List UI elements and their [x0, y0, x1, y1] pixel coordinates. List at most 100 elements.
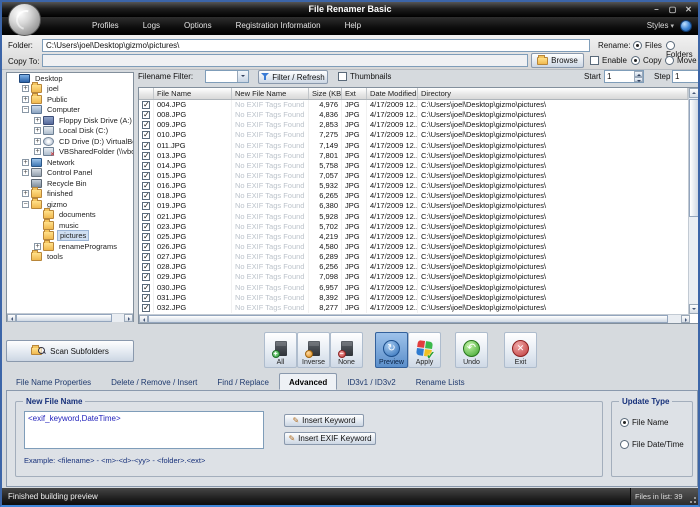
exit-button[interactable]: ✕ Exit	[504, 332, 537, 368]
tree-item[interactable]: + joel	[7, 84, 133, 95]
rename-files-radio[interactable]: Files	[633, 41, 662, 50]
table-row[interactable]: 021.JPG No EXIF Tags Found 5,928 JPG 4/1…	[139, 212, 699, 222]
undo-button[interactable]: ↶ Undo	[455, 332, 488, 368]
table-row[interactable]: 032.JPG No EXIF Tags Found 8,277 JPG 4/1…	[139, 303, 699, 313]
tree-item[interactable]: + finished	[7, 189, 133, 200]
tab-id3[interactable]: ID3v1 / ID3v2	[337, 373, 405, 390]
insert-keyword-button[interactable]: ✎ Insert Keyword	[284, 414, 364, 427]
enable-checkbox[interactable]: Enable	[590, 56, 627, 65]
update-file-name-radio[interactable]: File Name	[620, 418, 668, 427]
table-row[interactable]: 025.JPG No EXIF Tags Found 4,219 JPG 4/1…	[139, 232, 699, 242]
help-globe-icon[interactable]	[680, 20, 692, 32]
tree-item[interactable]: + Public	[7, 94, 133, 105]
tree-item[interactable]: + CD Drive (D:) VirtualBox Guest	[7, 136, 133, 147]
tree-expand-toggle[interactable]: −	[22, 106, 29, 113]
tree-item[interactable]: Recycle Bin	[7, 178, 133, 189]
table-horizontal-scrollbar[interactable]	[139, 314, 690, 323]
select-all-button[interactable]: + All	[264, 332, 297, 368]
spin-down-icon[interactable]	[634, 77, 643, 83]
table-row[interactable]: 009.JPG No EXIF Tags Found 2,853 JPG 4/1…	[139, 120, 699, 130]
row-checkbox[interactable]	[142, 284, 150, 292]
tab-advanced[interactable]: Advanced	[279, 373, 337, 390]
folder-path-input[interactable]	[42, 39, 590, 52]
row-checkbox[interactable]	[142, 111, 150, 119]
tab-delete-remove-insert[interactable]: Delete / Remove / Insert	[101, 373, 207, 390]
select-none-button[interactable]: − None	[330, 332, 363, 368]
tree-expand-toggle[interactable]: +	[34, 127, 41, 134]
tree-item[interactable]: Desktop	[7, 73, 133, 84]
row-checkbox[interactable]	[142, 243, 150, 251]
tree-item[interactable]: + Local Disk (C:)	[7, 126, 133, 137]
tree-item[interactable]: + Floppy Disk Drive (A:)	[7, 115, 133, 126]
table-row[interactable]: 028.JPG No EXIF Tags Found 6,256 JPG 4/1…	[139, 262, 699, 272]
scroll-right-icon[interactable]	[681, 315, 690, 323]
insert-exif-keyword-button[interactable]: ✎ Insert EXIF Keyword	[284, 432, 376, 445]
tree-item[interactable]: + VBSharedFolder (\\vboxsvr) (Z	[7, 147, 133, 158]
row-checkbox[interactable]	[142, 101, 150, 109]
tree-item[interactable]: + Network	[7, 157, 133, 168]
row-checkbox[interactable]	[142, 192, 150, 200]
menu-registration[interactable]: Registration Information	[224, 17, 333, 35]
table-row[interactable]: 015.JPG No EXIF Tags Found 7,057 JPG 4/1…	[139, 171, 699, 181]
row-checkbox[interactable]	[142, 142, 150, 150]
header-directory[interactable]: Directory	[418, 88, 688, 99]
scrollbar-thumb[interactable]	[148, 315, 668, 323]
preview-button[interactable]: ↻ Preview	[375, 332, 408, 368]
header-size[interactable]: Size (KB)	[309, 88, 342, 99]
scroll-left-icon[interactable]	[139, 315, 148, 323]
tree-expand-toggle[interactable]: +	[34, 117, 41, 124]
tree-item[interactable]: + renamePrograms	[7, 241, 133, 252]
row-checkbox[interactable]	[142, 131, 150, 139]
table-row[interactable]: 008.JPG No EXIF Tags Found 4,836 JPG 4/1…	[139, 110, 699, 120]
thumbnails-checkbox[interactable]: Thumbnails	[338, 72, 391, 81]
header-checkbox-col[interactable]	[139, 88, 154, 99]
scroll-up-icon[interactable]	[689, 88, 699, 98]
row-checkbox[interactable]	[142, 121, 150, 129]
row-checkbox[interactable]	[142, 294, 150, 302]
header-ext[interactable]: Ext	[342, 88, 367, 99]
scan-subfolders-button[interactable]: Scan Subfolders	[6, 340, 134, 362]
row-checkbox[interactable]	[142, 152, 150, 160]
select-inverse-button[interactable]: Inverse	[297, 332, 330, 368]
tree-expand-toggle[interactable]: +	[34, 243, 41, 250]
tree-expand-toggle[interactable]: −	[22, 201, 29, 208]
tab-find-replace[interactable]: Find / Replace	[207, 373, 279, 390]
row-checkbox[interactable]	[142, 172, 150, 180]
menu-options[interactable]: Options	[172, 17, 224, 35]
tree-expand-toggle[interactable]: +	[34, 138, 41, 145]
header-date-modified[interactable]: Date Modified	[367, 88, 418, 99]
menu-profiles[interactable]: Profiles	[80, 17, 131, 35]
row-checkbox[interactable]	[142, 253, 150, 261]
table-header[interactable]: File Name New File Name Size (KB) Ext Da…	[139, 88, 699, 100]
scroll-down-icon[interactable]	[689, 304, 699, 314]
header-file-name[interactable]: File Name	[154, 88, 232, 99]
styles-dropdown[interactable]: Styles	[647, 17, 674, 35]
table-row[interactable]: 026.JPG No EXIF Tags Found 4,580 JPG 4/1…	[139, 242, 699, 252]
maximize-button[interactable]: ▢	[667, 3, 678, 16]
table-row[interactable]: 029.JPG No EXIF Tags Found 7,098 JPG 4/1…	[139, 272, 699, 282]
tree-expand-toggle[interactable]: +	[22, 169, 29, 176]
update-file-datetime-radio[interactable]: File Date/Time	[620, 440, 684, 449]
row-checkbox[interactable]	[142, 202, 150, 210]
menu-logs[interactable]: Logs	[131, 17, 172, 35]
filter-refresh-button[interactable]: Filter / Refresh	[258, 70, 328, 84]
close-button[interactable]: ✕	[683, 3, 694, 16]
copy-radio[interactable]: Copy	[631, 56, 662, 65]
scrollbar-thumb[interactable]	[16, 314, 112, 322]
row-checkbox[interactable]	[142, 273, 150, 281]
tree-expand-toggle[interactable]: +	[34, 148, 41, 155]
row-checkbox[interactable]	[142, 223, 150, 231]
tree-expand-toggle[interactable]: +	[22, 96, 29, 103]
table-row[interactable]: 030.JPG No EXIF Tags Found 6,957 JPG 4/1…	[139, 283, 699, 293]
tree-item[interactable]: − Computer	[7, 105, 133, 116]
table-row[interactable]: 018.JPG No EXIF Tags Found 6,265 JPG 4/1…	[139, 191, 699, 201]
apply-button[interactable]: Apply	[408, 332, 441, 368]
step-spinner[interactable]: 1	[672, 70, 700, 83]
browse-button[interactable]: Browse	[531, 53, 584, 68]
row-checkbox[interactable]	[142, 233, 150, 241]
filename-filter-combo[interactable]	[205, 70, 249, 83]
row-checkbox[interactable]	[142, 263, 150, 271]
copy-to-input[interactable]	[42, 54, 528, 67]
table-row[interactable]: 013.JPG No EXIF Tags Found 7,801 JPG 4/1…	[139, 151, 699, 161]
scrollbar-thumb[interactable]	[689, 99, 699, 217]
